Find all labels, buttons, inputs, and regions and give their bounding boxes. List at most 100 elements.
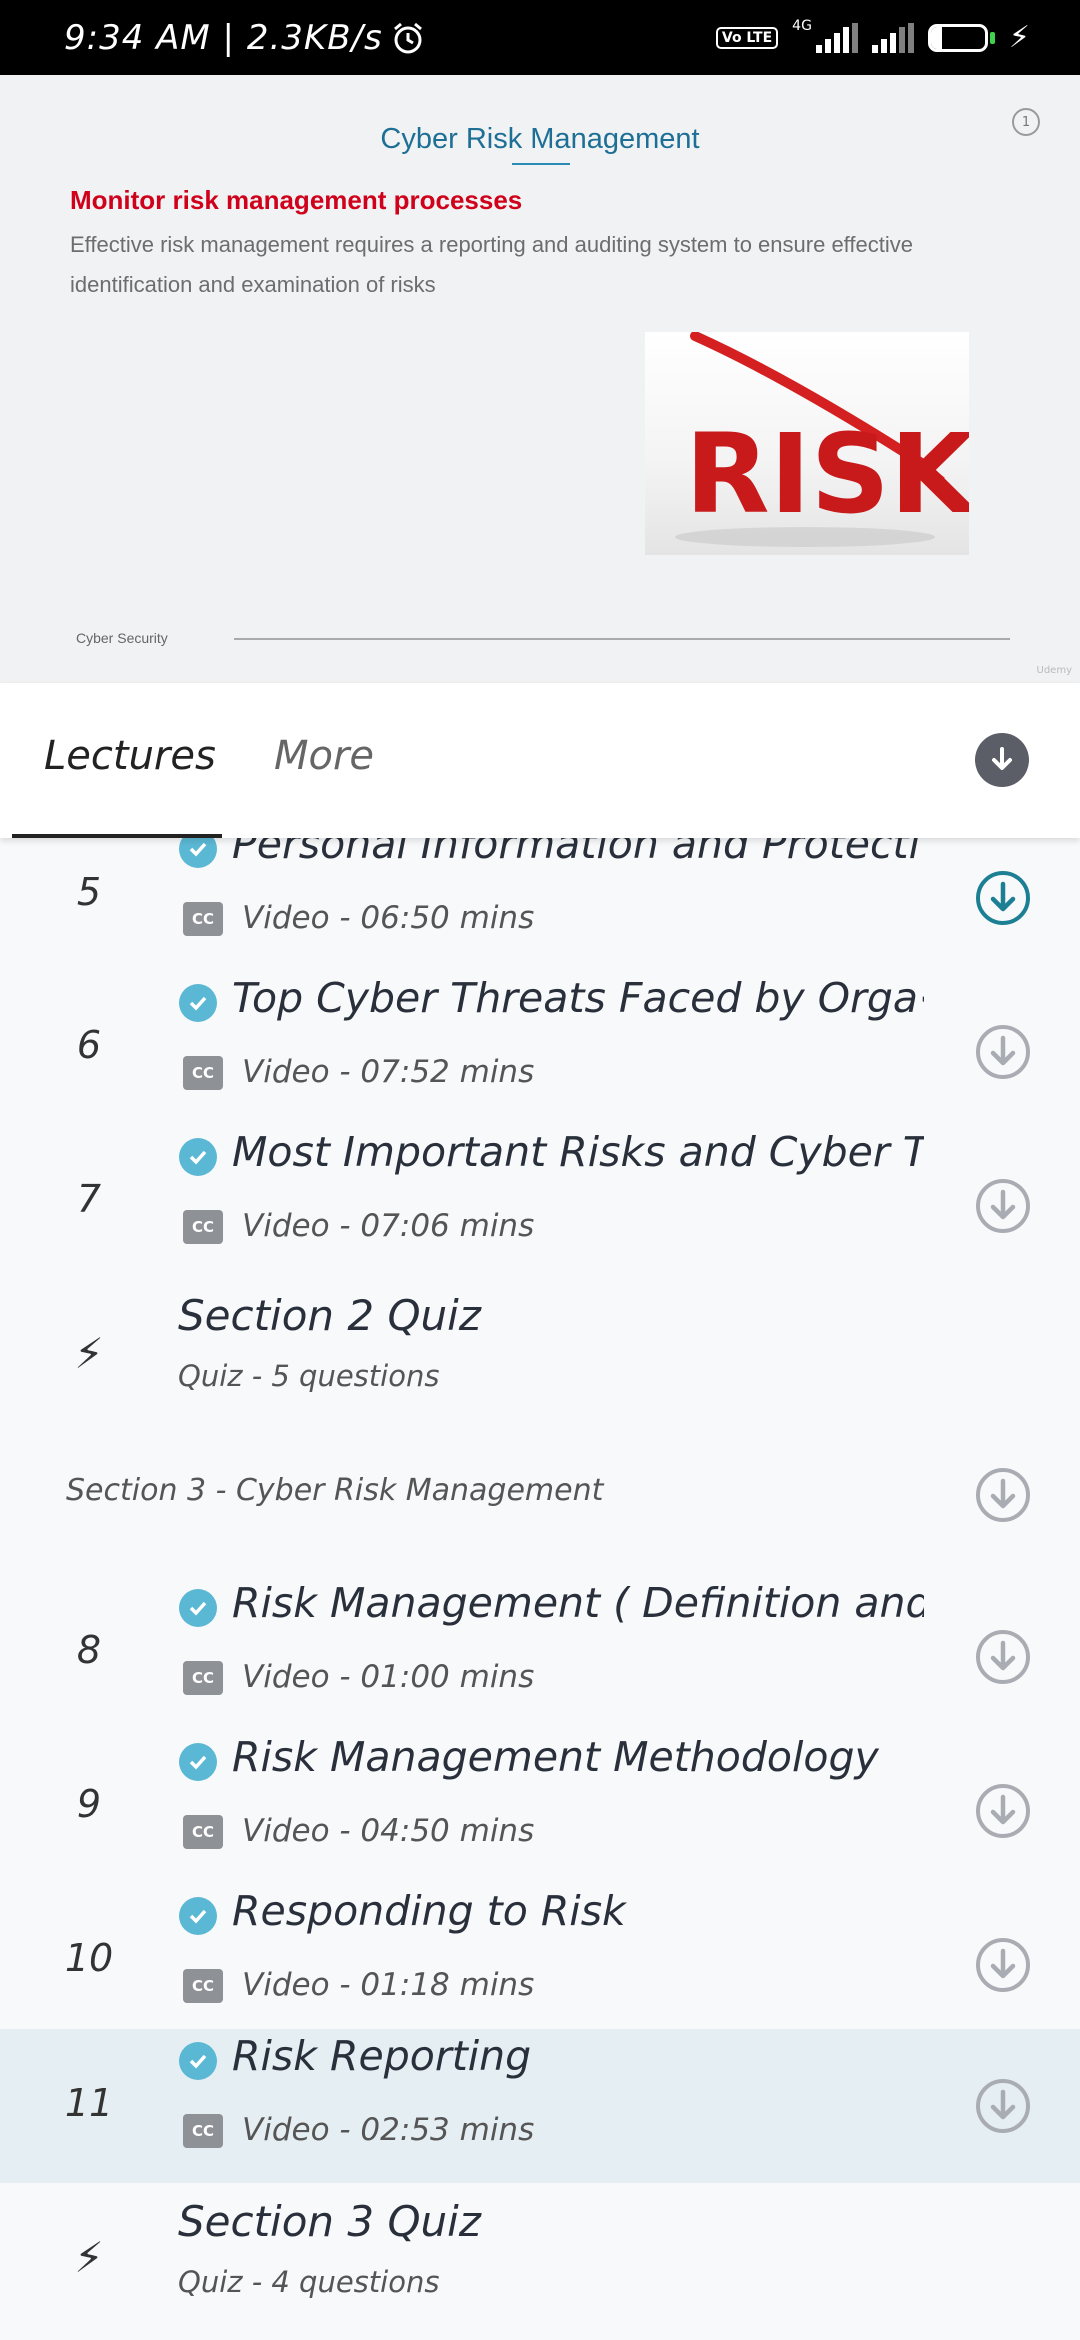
quiz-meta: Quiz - 5 questions [178, 1359, 440, 1393]
status-bar: 9:34 AM | 2.3KB/s Vo LTE 4G 21 ⚡ [0, 0, 1080, 75]
cc-icon: CC [183, 1815, 223, 1849]
lecture-row-10[interactable]: 10 Responding to Risk CC Video - 01:18 m… [0, 1884, 1080, 2038]
lecture-title: Risk Reporting [232, 2032, 532, 2080]
quiz-meta: Quiz - 4 questions [178, 2265, 440, 2299]
lecture-number: 7 [76, 1177, 102, 1221]
slide-title: Cyber Risk Management [380, 123, 700, 155]
download-icon [976, 1938, 1030, 1992]
check-circle-icon [179, 838, 217, 868]
lecture-number: 10 [64, 1936, 114, 1980]
check-circle-icon [179, 1589, 217, 1627]
tab-lectures[interactable]: Lectures [44, 733, 216, 779]
lecture-meta: Video - 07:06 mins [242, 1208, 535, 1244]
battery-percent: 21 [944, 26, 972, 49]
download-button[interactable] [975, 1024, 1031, 1080]
tab-more[interactable]: More [274, 733, 374, 779]
lecture-number: 5 [76, 870, 102, 914]
section-header-3[interactable]: Section 3 - Cyber Risk Management [0, 1429, 1080, 1559]
risk-image-text: RISK [685, 410, 969, 538]
status-time: 9:34 AM | 2.3KB/s [64, 17, 383, 58]
lecture-row-5[interactable]: 5 Personal Information and Protecti⋯ CC … [0, 838, 1080, 971]
slide-footer-label: Cyber Security [76, 630, 168, 646]
download-icon [976, 1179, 1030, 1233]
download-icon [976, 1468, 1030, 1522]
cc-icon: CC [183, 1969, 223, 2003]
lecture-meta: Video - 02:53 mins [242, 2112, 535, 2148]
lecture-title: Most Important Risks and Cyber T⋯ [232, 1128, 924, 1176]
lightning-icon: ⚡ [74, 2233, 104, 2282]
lecture-meta: Video - 01:00 mins [242, 1659, 535, 1695]
download-icon [976, 1630, 1030, 1684]
lecture-title: Responding to Risk [232, 1887, 626, 1935]
lecture-meta: Video - 04:50 mins [242, 1813, 535, 1849]
check-circle-icon [179, 1138, 217, 1176]
lecture-number: 9 [76, 1782, 102, 1826]
quiz-title: Section 2 Quiz [178, 1291, 481, 1340]
check-circle-icon [179, 1897, 217, 1935]
download-icon [976, 1784, 1030, 1838]
lecture-row-7[interactable]: 7 Most Important Risks and Cyber T⋯ CC V… [0, 1125, 1080, 1279]
download-button[interactable] [975, 2078, 1031, 2134]
section-download-button[interactable] [975, 1467, 1031, 1523]
lecture-slide-player[interactable]: Cyber Risk Management 1 Monitor risk man… [0, 75, 1080, 683]
download-icon [976, 1025, 1030, 1079]
course-tabs: Lectures More [0, 683, 1080, 838]
lecture-row-11-current[interactable]: 11 Risk Reporting CC Video - 02:53 mins [0, 2029, 1080, 2183]
download-button[interactable] [975, 1629, 1031, 1685]
lecture-number: 11 [64, 2081, 114, 2125]
tab-active-indicator [12, 834, 222, 838]
slide-footer-divider [234, 638, 1010, 640]
cc-icon: CC [183, 1210, 223, 1244]
cc-icon: CC [183, 2114, 223, 2148]
slide-number: 1 [1012, 108, 1040, 136]
slide-heading: Monitor risk management processes [70, 185, 523, 215]
cc-icon: CC [183, 1056, 223, 1090]
lecture-meta: Video - 01:18 mins [242, 1967, 535, 2003]
curriculum-list[interactable]: 5 Personal Information and Protecti⋯ CC … [0, 838, 1080, 2340]
quiz-row-section-2[interactable]: ⚡ Section 2 Quiz Quiz - 5 questions [0, 1279, 1080, 1429]
signal-icon-2 [871, 22, 914, 53]
status-time-group: 9:34 AM | 2.3KB/s [64, 18, 425, 58]
lecture-title: Personal Information and Protecti⋯ [232, 838, 924, 868]
lecture-number: 8 [76, 1628, 102, 1672]
quiz-title: Section 3 Quiz [178, 2197, 481, 2246]
status-icons: Vo LTE 4G 21 ⚡ [715, 17, 1030, 55]
risk-image: RISK [645, 332, 969, 555]
network-type: 4G [792, 17, 812, 34]
check-circle-icon [179, 1743, 217, 1781]
quiz-row-section-3[interactable]: ⚡ Section 3 Quiz Quiz - 4 questions [0, 2183, 1080, 2340]
alarm-icon [393, 22, 422, 53]
download-button[interactable] [975, 1178, 1031, 1234]
lecture-title: Risk Management ( Definition and⋯ [232, 1579, 924, 1627]
lecture-title: Top Cyber Threats Faced by Orga⋯ [232, 974, 924, 1022]
slide-title-underline [512, 163, 570, 165]
lecture-row-9[interactable]: 9 Risk Management Methodology CC Video -… [0, 1730, 1080, 1884]
lecture-meta: Video - 07:52 mins [242, 1054, 535, 1090]
slide-body-text: Effective risk management requires a rep… [70, 232, 913, 297]
volte-badge: Vo LTE [715, 26, 779, 49]
section-title: Section 3 - Cyber Risk Management [66, 1473, 604, 1508]
battery-icon: 21 [927, 23, 995, 52]
risk-arrow-graphic: RISK [675, 332, 969, 547]
lecture-row-8[interactable]: 8 Risk Management ( Definition and⋯ CC V… [0, 1576, 1080, 1730]
lecture-meta: Video - 06:50 mins [242, 900, 535, 936]
download-icon [976, 2079, 1030, 2133]
download-button[interactable] [975, 1937, 1031, 1993]
cc-icon: CC [183, 1661, 223, 1695]
download-all-button[interactable] [975, 733, 1029, 787]
slide-watermark: Udemy [1036, 665, 1072, 676]
download-button[interactable] [975, 1783, 1031, 1839]
signal-icon [815, 22, 858, 53]
cc-icon: CC [183, 902, 223, 936]
lecture-title: Risk Management Methodology [232, 1733, 879, 1781]
battery-level [930, 26, 943, 49]
check-circle-icon [179, 2042, 217, 2080]
download-icon [992, 747, 1012, 770]
lecture-row-6[interactable]: 6 Top Cyber Threats Faced by Orga⋯ CC Vi… [0, 971, 1080, 1125]
check-circle-icon [179, 984, 217, 1022]
download-button-active[interactable] [975, 870, 1031, 926]
lecture-number: 6 [76, 1023, 102, 1067]
charging-bolt-icon: ⚡ [1008, 20, 1030, 55]
download-icon [976, 871, 1030, 925]
lightning-icon: ⚡ [74, 1329, 104, 1378]
